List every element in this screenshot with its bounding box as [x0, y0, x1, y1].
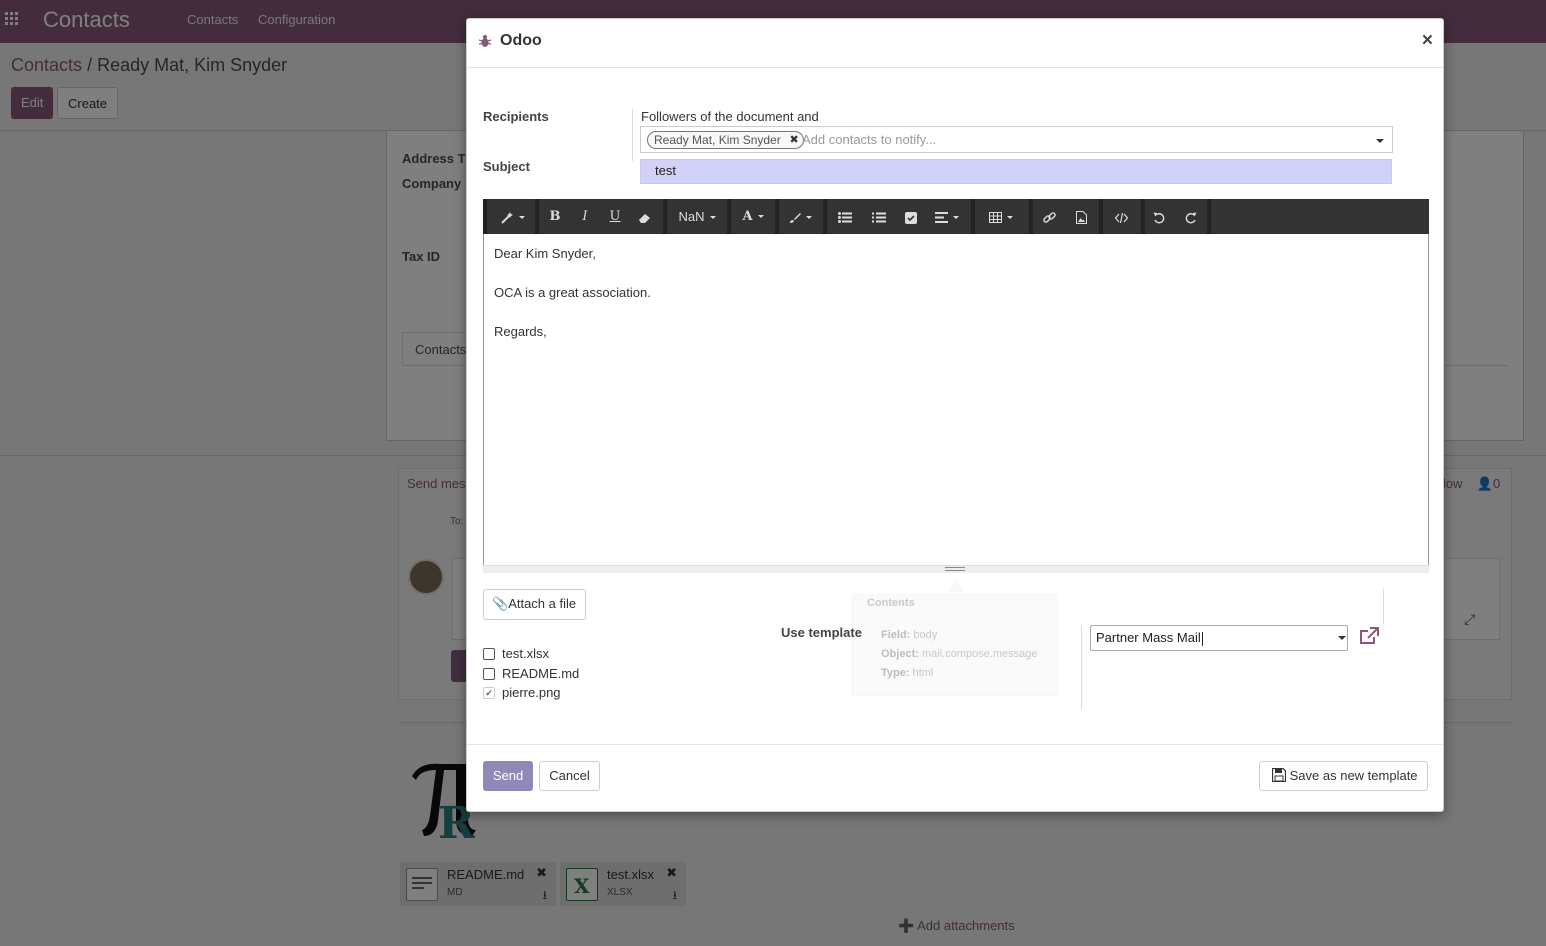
align-icon[interactable] [927, 199, 967, 234]
tooltip-object-label: Object: [881, 648, 919, 660]
table-icon[interactable] [981, 199, 1021, 234]
attachment-checkbox[interactable] [483, 668, 495, 680]
close-icon[interactable]: × [1422, 30, 1433, 52]
body-paragraph: Dear Kim Snyder, [494, 246, 596, 261]
message-body-editor[interactable]: Dear Kim Snyder, OCA is a great associat… [483, 234, 1429, 573]
chevron-down-icon[interactable] [1338, 636, 1346, 640]
recipients-input-placeholder[interactable]: Add contacts to notify... [802, 132, 936, 147]
followers-text: Followers of the document and [641, 109, 819, 124]
tooltip-field-label: Field: [881, 629, 911, 641]
attachment-file-name: pierre.png [502, 685, 561, 700]
tooltip-field: Field: body [881, 629, 937, 641]
grip-icon [945, 567, 965, 571]
toolbar-separator [1207, 199, 1211, 234]
subject-input[interactable]: test [640, 159, 1392, 184]
field-tooltip [852, 594, 1058, 696]
editor-resize-handle[interactable] [483, 565, 1429, 573]
use-template-label: Use template [781, 625, 862, 640]
tooltip-arrow [949, 580, 965, 592]
toolbar-separator [483, 199, 487, 234]
image-icon[interactable] [1067, 199, 1095, 234]
dialog-title: Odoo [500, 32, 542, 49]
font-size-dropdown[interactable]: NaN [669, 199, 725, 234]
floppy-disk-icon [1271, 767, 1290, 783]
label-divider [632, 109, 633, 161]
chevron-down-icon[interactable] [1376, 139, 1384, 143]
highlight-brush-icon[interactable] [781, 199, 819, 234]
attachment-file-name: test.xlsx [502, 646, 549, 661]
bullet-list-icon[interactable] [831, 199, 859, 234]
remove-recipient-icon[interactable]: ✖ [790, 133, 799, 146]
recipient-tag: Ready Mat, Kim Snyder ✖ [647, 131, 804, 149]
eraser-icon[interactable] [631, 199, 659, 234]
bold-icon[interactable]: B [541, 199, 569, 234]
dialog-footer: Send Cancel Save as new template [467, 744, 1443, 811]
font-size-value: NaN [678, 209, 705, 224]
underline-icon[interactable]: U [601, 199, 629, 234]
body-paragraph: Regards, [494, 324, 547, 339]
toolbar-separator [823, 199, 827, 234]
attachment-checkbox[interactable] [483, 648, 495, 660]
template-select[interactable]: Partner Mass Mail [1090, 625, 1348, 651]
toolbar-separator [1099, 199, 1103, 234]
attachment-file-name: README.md [502, 666, 580, 681]
subject-label: Subject [483, 159, 530, 174]
cancel-button[interactable]: Cancel [539, 761, 600, 791]
editor-toolbar: B I U NaN A [483, 199, 1429, 234]
group-divider [1383, 588, 1384, 624]
toolbar-separator [1029, 199, 1033, 234]
tooltip-type-label: Type: [881, 667, 910, 679]
style-wand-icon[interactable] [491, 199, 533, 234]
tooltip-object: Object: mail.compose.message [881, 648, 1038, 660]
attachment-checkbox[interactable]: ✔ [483, 687, 495, 699]
numbered-list-icon[interactable] [865, 199, 893, 234]
external-link-icon[interactable] [1359, 627, 1381, 647]
attach-file-label: Attach a file [508, 596, 577, 611]
undo-icon[interactable] [1145, 199, 1173, 234]
code-view-icon[interactable] [1105, 199, 1137, 234]
tooltip-type: Type: html [881, 667, 933, 679]
recipients-label: Recipients [483, 109, 549, 124]
attach-file-button[interactable]: 📎Attach a file [483, 589, 586, 620]
save-as-new-template-button[interactable]: Save as new template [1259, 761, 1428, 791]
label-divider [1081, 625, 1082, 709]
bug-icon [478, 34, 492, 48]
dialog-header: Odoo × [467, 19, 1443, 68]
italic-icon[interactable]: I [571, 199, 599, 234]
recipients-field[interactable]: Ready Mat, Kim Snyder ✖ Add contacts to n… [640, 126, 1393, 153]
template-select-value: Partner Mass Mail [1096, 630, 1201, 645]
save-as-new-template-label: Save as new template [1289, 768, 1418, 783]
mail-compose-dialog: Odoo × Recipients Followers of the docum… [466, 18, 1444, 812]
tooltip-field-value: body [913, 629, 938, 641]
checklist-icon[interactable] [897, 199, 925, 234]
tooltip-title: Contents [867, 597, 915, 609]
redo-icon[interactable] [1177, 199, 1205, 234]
body-paragraph: OCA is a great association. [494, 285, 651, 300]
tooltip-object-value: mail.compose.message [921, 648, 1038, 660]
font-color-icon[interactable]: A [733, 199, 773, 234]
send-button[interactable]: Send [483, 761, 533, 791]
text-cursor [1201, 631, 1203, 646]
link-icon[interactable] [1035, 199, 1063, 234]
toolbar-separator [971, 199, 975, 234]
toolbar-separator [727, 199, 731, 234]
toolbar-separator [775, 199, 779, 234]
tooltip-type-value: html [912, 667, 934, 679]
recipient-tag-label: Ready Mat, Kim Snyder [654, 133, 781, 147]
toolbar-separator [663, 199, 667, 234]
paperclip-icon: 📎 [492, 596, 509, 611]
toolbar-separator [535, 199, 539, 234]
